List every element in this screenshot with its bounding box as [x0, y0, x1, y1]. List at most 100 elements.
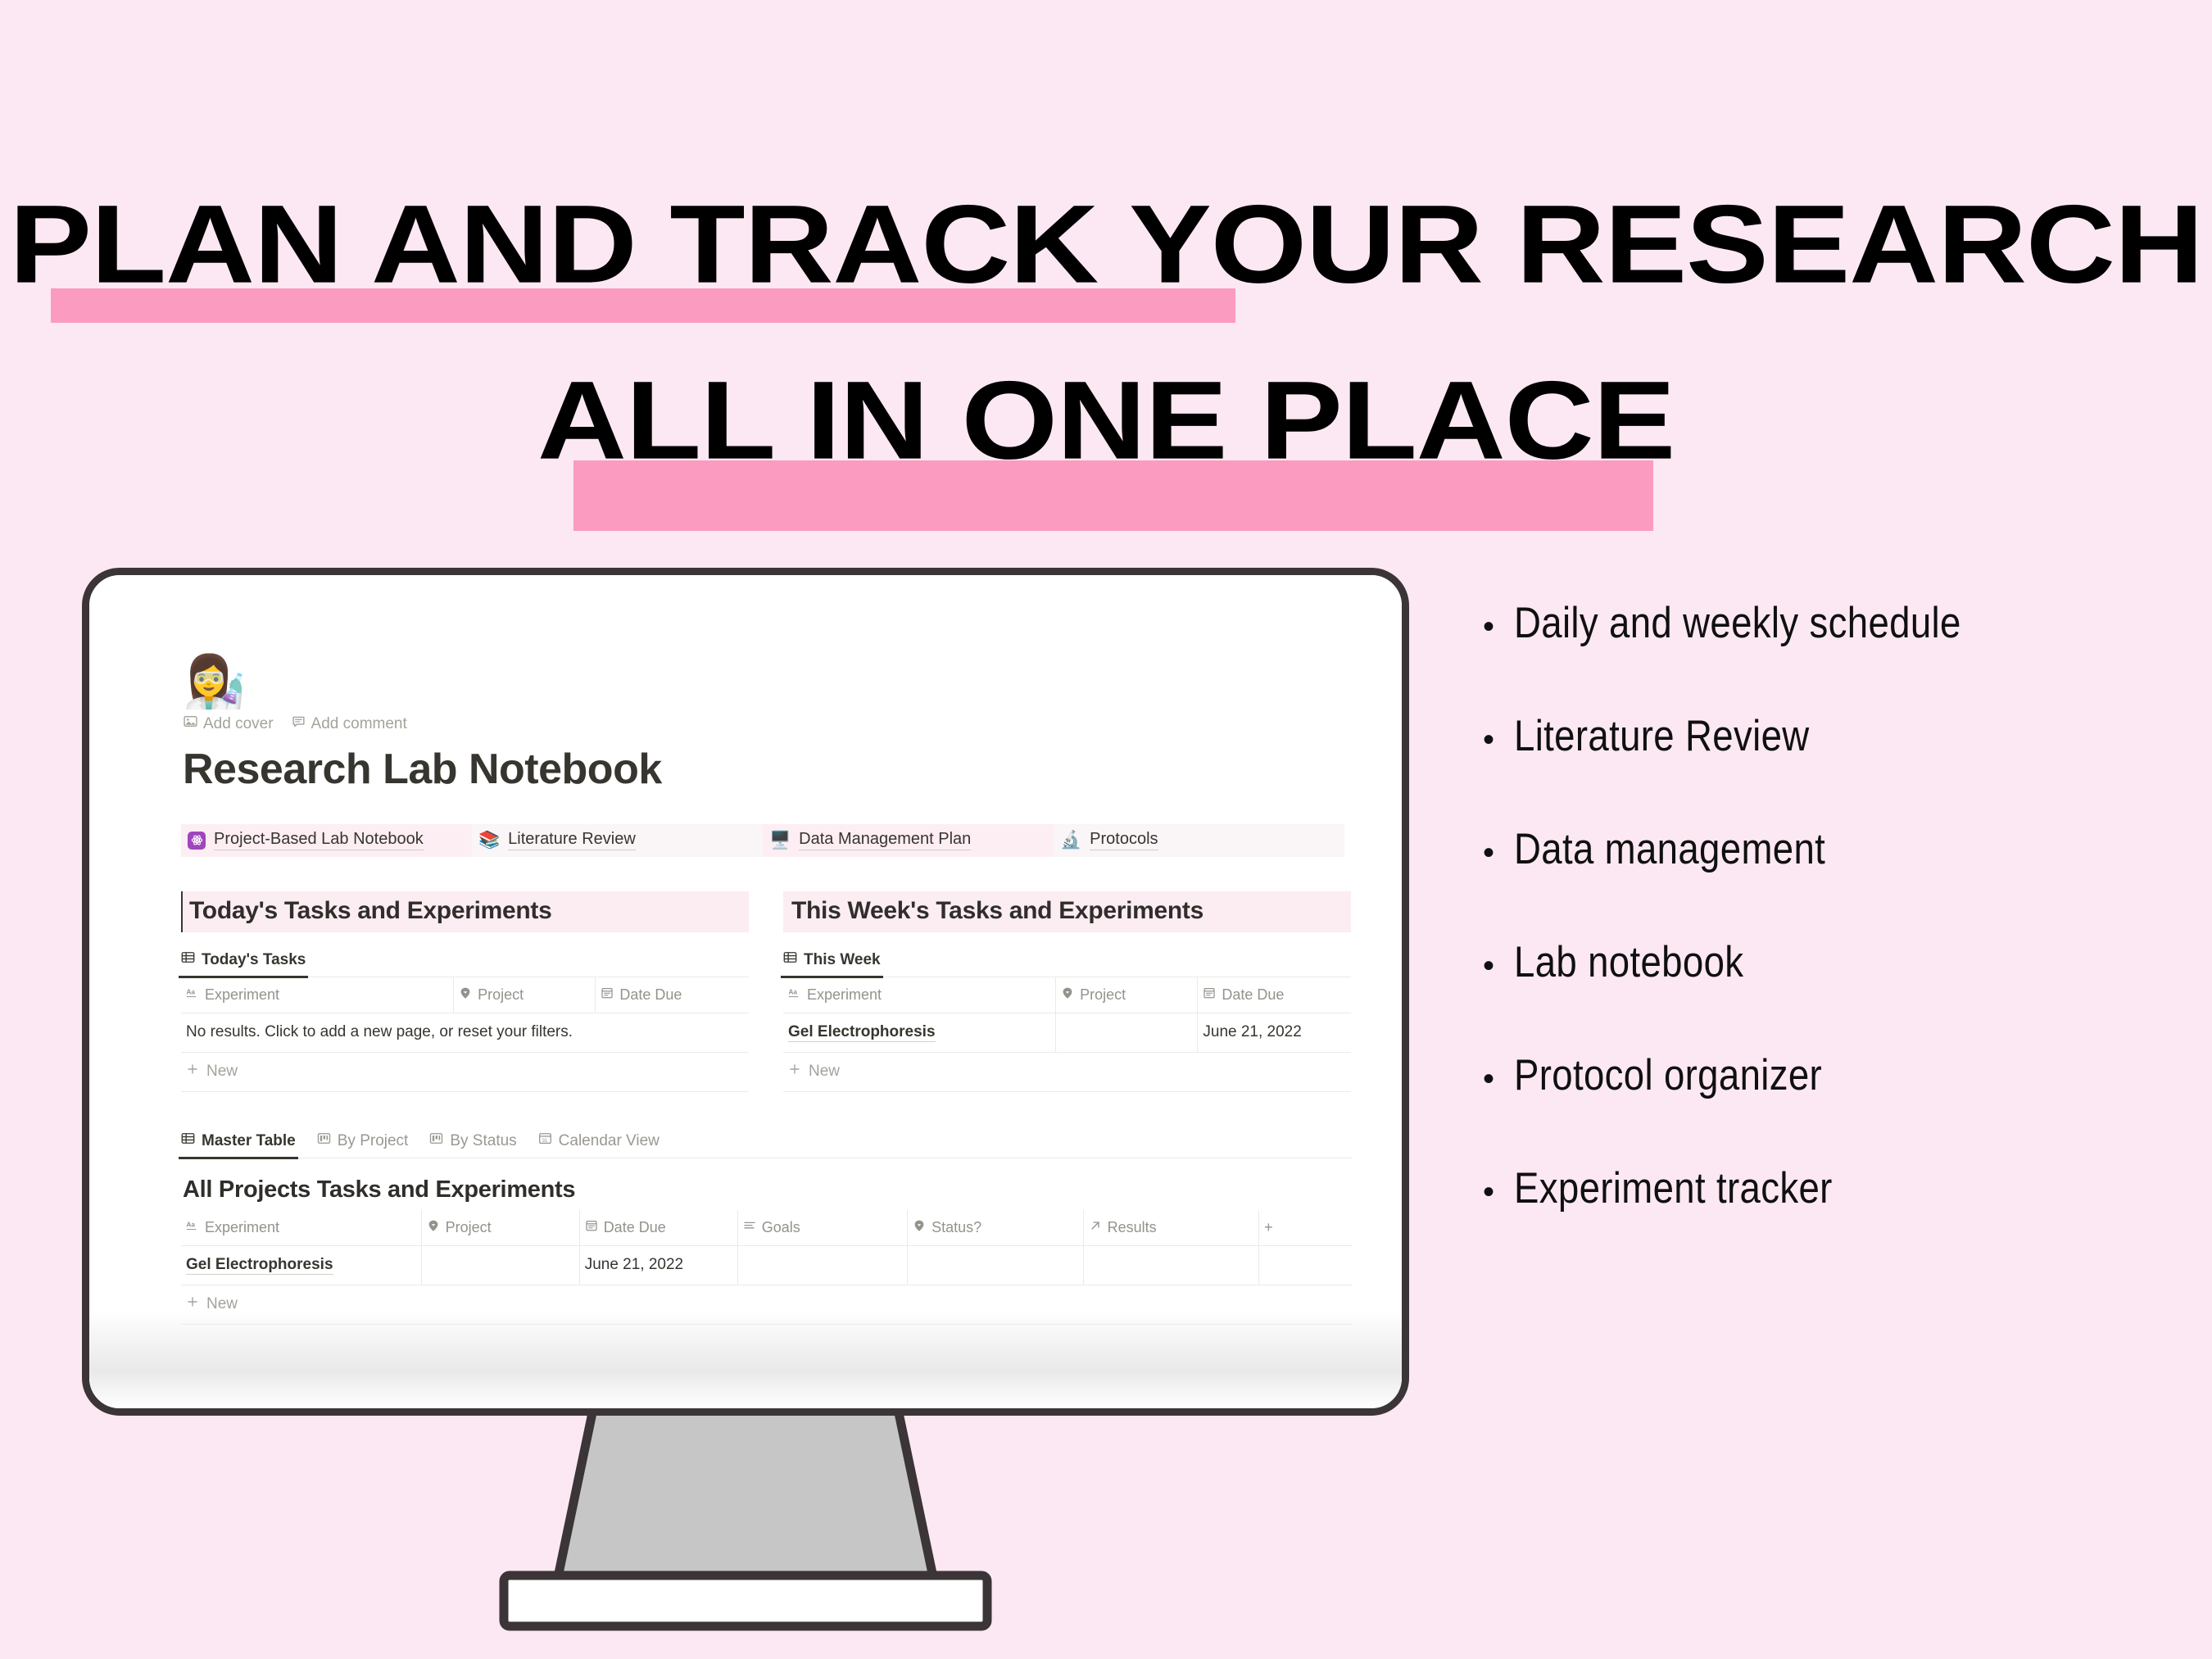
new-label: New [809, 1063, 841, 1081]
page-link-data-management-plan[interactable]: 🖥️ Data Management Plan [763, 824, 1054, 858]
page-link-label: Data Management Plan [799, 830, 972, 851]
table-header-row: Aa Experiment Project [783, 977, 1351, 1014]
empty-state-message: No results. Click to add a new page, or … [181, 1013, 749, 1054]
cell-results[interactable] [1083, 1245, 1260, 1286]
cell-experiment[interactable]: Gel Electrophoresis [783, 1013, 1057, 1054]
woman-scientist-emoji: 👩‍🔬 [183, 654, 247, 710]
list-item: • Daily and weekly schedule [1483, 598, 2187, 648]
tab-calendar-view[interactable]: 31 Calendar View [538, 1131, 660, 1158]
plus-icon [186, 1063, 199, 1081]
column-label: Goals [761, 1219, 800, 1236]
select-icon [1061, 986, 1074, 1004]
bullet-dot-icon: • [1483, 1061, 1495, 1097]
column-header-project[interactable]: Project [453, 977, 596, 1014]
calendar-icon [585, 1219, 598, 1236]
column-label: Experiment [205, 1219, 280, 1236]
select-icon [427, 1219, 440, 1236]
master-new-row-button[interactable]: New [181, 1285, 1353, 1326]
column-header-date-due[interactable]: Date Due [595, 977, 749, 1014]
feature-label: Protocol organizer [1514, 1051, 1823, 1099]
column-header-experiment[interactable]: Aa Experiment [783, 977, 1057, 1014]
column-header-experiment[interactable]: Aa Experiment [181, 977, 455, 1014]
today-view-tab[interactable]: Today's Tasks [178, 950, 309, 978]
tab-label: Calendar View [558, 1131, 660, 1149]
new-label: New [206, 1295, 238, 1313]
page-link-protocols[interactable]: 🔬 Protocols [1054, 824, 1344, 858]
image-icon [184, 714, 197, 733]
cell-date-due[interactable]: June 21, 2022 [1197, 1013, 1351, 1054]
feature-label: Lab notebook [1514, 938, 1744, 986]
column-label: Date Due [619, 986, 682, 1004]
svg-text:Aa: Aa [187, 1222, 196, 1229]
plus-icon [186, 1295, 199, 1313]
headline-line-1: PLAN AND TRACK YOUR RESEARCH [9, 182, 2204, 307]
column-label: Experiment [205, 986, 280, 1004]
table-row[interactable]: Gel Electrophoresis June 21, 2022 [181, 1245, 1353, 1286]
calendar-icon [601, 986, 614, 1004]
column-header-results[interactable]: Results [1083, 1210, 1260, 1247]
title-text-icon: Aa [186, 986, 199, 1004]
list-item: • Lab notebook [1483, 937, 2187, 987]
table-header-row: Aa Experiment Project [181, 977, 749, 1014]
column-header-date-due[interactable]: Date Due [1197, 977, 1351, 1014]
this-week-section-heading: This Week's Tasks and Experiments [783, 891, 1351, 933]
table-row[interactable]: Gel Electrophoresis June 21, 2022 [783, 1013, 1351, 1054]
cell-project[interactable] [1055, 1013, 1199, 1054]
column-header-experiment[interactable]: Aa Experiment [181, 1210, 422, 1247]
books-emoji: 📚 [478, 831, 501, 850]
column-label: Project [445, 1219, 492, 1236]
today-view-tabs: Today's Tasks [178, 950, 749, 978]
add-cover-button[interactable]: Add cover [184, 714, 274, 733]
master-table: Aa Experiment Project Date Due Goals Sta… [181, 1210, 1353, 1286]
feature-label: Literature Review [1514, 712, 1810, 760]
tab-label: Master Table [202, 1131, 296, 1149]
tab-master-table[interactable]: Master Table [179, 1131, 298, 1159]
column-header-project[interactable]: Project [1055, 977, 1199, 1014]
title-text-icon: Aa [788, 986, 801, 1004]
cell-project[interactable] [421, 1245, 580, 1286]
column-label: Status? [931, 1219, 982, 1236]
column-label: Experiment [807, 986, 882, 1004]
column-header-goals[interactable]: Goals [737, 1210, 909, 1247]
column-label: Date Due [1222, 986, 1285, 1004]
column-header-status[interactable]: Status? [907, 1210, 1084, 1247]
tab-by-status[interactable]: By Status [429, 1131, 517, 1158]
this-week-view-tab-label: This Week [804, 950, 881, 968]
page-link-label: Literature Review [508, 830, 636, 851]
master-view-tabs: Master Table By Project By Status 31 Cal… [179, 1131, 1353, 1159]
plus-icon [788, 1063, 801, 1081]
bullet-dot-icon: • [1483, 1174, 1495, 1210]
list-item: • Data management [1483, 824, 2187, 874]
headline-line-2: ALL IN ONE PLACE [537, 358, 1675, 483]
table-row-empty[interactable]: No results. Click to add a new page, or … [181, 1013, 749, 1054]
cell-status[interactable] [907, 1245, 1084, 1286]
page-link-literature-review[interactable]: 📚 Literature Review [472, 824, 763, 858]
this-week-view-tab[interactable]: This Week [781, 950, 883, 978]
master-table-title: All Projects Tasks and Experiments [183, 1176, 576, 1203]
svg-text:Aa: Aa [789, 989, 798, 996]
feature-label: Experiment tracker [1514, 1164, 1833, 1213]
board-icon [317, 1131, 331, 1150]
add-comment-button[interactable]: Add comment [292, 714, 407, 733]
column-header-project[interactable]: Project [421, 1210, 580, 1247]
microscope-emoji: 🔬 [1060, 831, 1082, 850]
column-header-date-due[interactable]: Date Due [579, 1210, 738, 1247]
today-new-row-button[interactable]: New [181, 1053, 749, 1093]
today-column: Today's Tasks and Experiments Today's Ta… [178, 891, 749, 1093]
headline-block: PLAN AND TRACK YOUR RESEARCH ALL IN ONE … [0, 90, 2212, 531]
this-week-new-row-button[interactable]: New [783, 1053, 1351, 1093]
add-column-button[interactable]: + [1258, 1210, 1353, 1247]
cell-experiment[interactable]: Gel Electrophoresis [181, 1245, 422, 1286]
page-title: Research Lab Notebook [183, 746, 662, 793]
desktop-computer-emoji: 🖥️ [769, 831, 791, 850]
this-week-view-tabs: This Week [781, 950, 1351, 978]
this-week-column: This Week's Tasks and Experiments This W… [781, 891, 1351, 1093]
tab-by-project[interactable]: By Project [317, 1131, 408, 1158]
today-section-heading: Today's Tasks and Experiments [181, 891, 749, 933]
add-cover-label: Add cover [203, 714, 274, 732]
monitor-screen: 👩‍🔬 Add cover Add comment [89, 575, 1402, 1408]
notion-page: 👩‍🔬 Add cover Add comment [178, 654, 1353, 1326]
page-link-project-based-lab-notebook[interactable]: Project-Based Lab Notebook [181, 824, 472, 858]
cell-date-due[interactable]: June 21, 2022 [579, 1245, 738, 1286]
cell-goals[interactable] [737, 1245, 909, 1286]
